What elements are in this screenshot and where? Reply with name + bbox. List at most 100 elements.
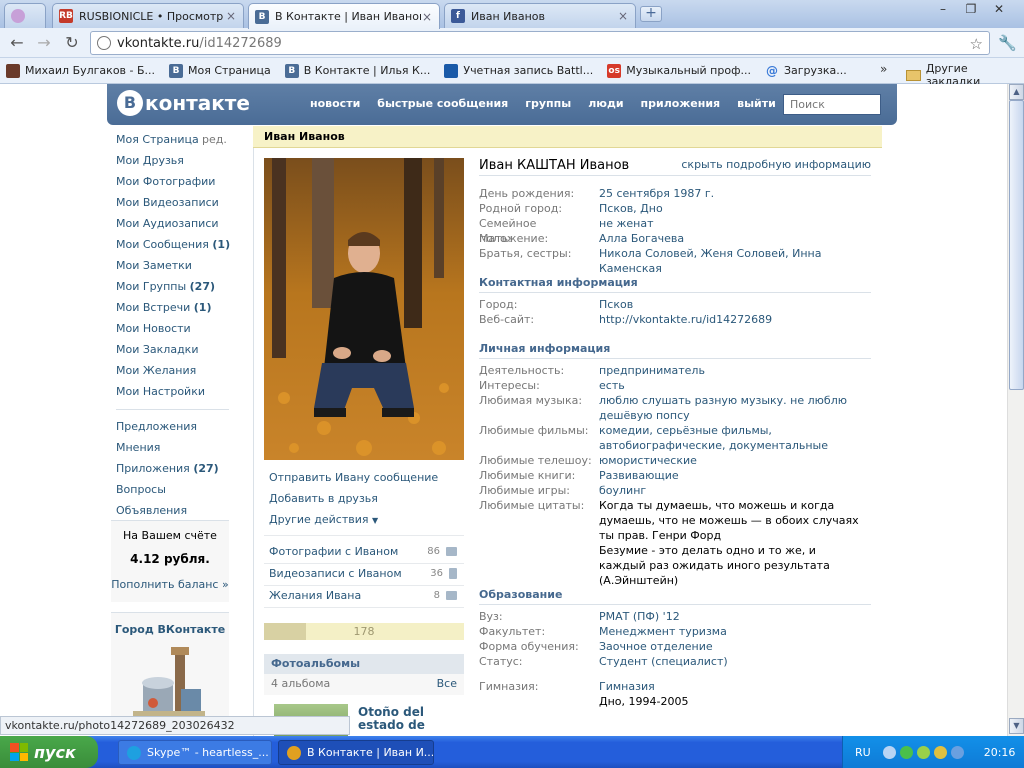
language-indicator[interactable]: RU [855, 746, 871, 759]
menu-count: (1) [193, 301, 212, 314]
bookmark-item[interactable]: os Музыкальный проф... [607, 63, 751, 78]
info-value[interactable]: Заочное отделение [599, 639, 861, 654]
info-value[interactable]: РМАТ (ПФ) '12 [599, 609, 861, 624]
info-value[interactable]: боулинг [599, 483, 861, 498]
info-value[interactable]: Менеджмент туризма [599, 624, 861, 639]
security-icon[interactable] [950, 745, 964, 759]
bookmark-item[interactable]: B Моя Страница [169, 63, 271, 78]
menu-apps[interactable]: Приложения (27) [116, 462, 236, 483]
tab-facebook[interactable]: f Иван Иванов × [444, 3, 636, 28]
tab-vkontakte[interactable]: B В Контакте | Иван Иванов × [248, 3, 440, 29]
info-value[interactable]: Псков, Дно [599, 201, 861, 216]
bookmark-item[interactable]: B В Контакте | Илья К... [284, 63, 430, 78]
forward-button[interactable]: → [33, 33, 55, 53]
info-value[interactable]: есть [599, 378, 861, 393]
nav-logout[interactable]: выйти [737, 97, 776, 110]
videos-with-link[interactable]: Видеозаписи с Иваном 36 [269, 567, 457, 580]
info-value[interactable]: Развивающие [599, 468, 861, 483]
bookmark-item[interactable]: Михаил Булгаков - Б... [6, 63, 155, 78]
bookmark-item[interactable]: @ Загрузка... [765, 64, 847, 78]
menu-my-audio[interactable]: Мои Аудиозаписи [116, 217, 236, 238]
tab-app[interactable] [4, 3, 46, 28]
bookmark-item[interactable]: Учетная запись Battl... [444, 63, 593, 78]
new-tab-button[interactable]: + [640, 6, 662, 22]
info-value[interactable]: комедии, серьёзные фильмы, автобиографич… [599, 423, 861, 453]
task-chrome[interactable]: В Контакте | Иван И... [278, 740, 434, 765]
info-value[interactable]: Алла Богачева [599, 231, 861, 246]
album-title[interactable]: Otoño del estado de [358, 706, 448, 732]
close-icon[interactable]: × [617, 9, 629, 23]
top-up-link[interactable]: Пополнить баланс » [111, 578, 229, 591]
send-message-link[interactable]: Отправить Ивану сообщение [269, 471, 438, 484]
nav-news[interactable]: новости [310, 97, 360, 110]
menu-offers[interactable]: Предложения [116, 420, 236, 441]
info-value[interactable]: люблю слушать разную музыку. не люблю де… [599, 393, 861, 423]
albums-header[interactable]: Фотоальбомы [264, 654, 464, 674]
bookmark-star-icon[interactable]: ☆ [970, 35, 983, 53]
info-value[interactable]: не женат [599, 216, 861, 231]
menu-my-wishes[interactable]: Мои Желания [116, 364, 236, 385]
address-bar[interactable]: vkontakte.ru/id14272689 ☆ [90, 31, 990, 55]
menu-my-events[interactable]: Мои Встречи (1) [116, 301, 236, 322]
menu-my-news[interactable]: Мои Новости [116, 322, 236, 343]
search-input[interactable]: Поиск [783, 94, 881, 115]
task-skype[interactable]: Skype™ - heartless_... [118, 740, 272, 765]
nav-groups[interactable]: группы [525, 97, 571, 110]
menu-my-bookmarks[interactable]: Мои Закладки [116, 343, 236, 364]
menu-my-friends[interactable]: Мои Друзья [116, 154, 236, 175]
menu-my-messages[interactable]: Мои Сообщения (1) [116, 238, 236, 259]
info-value[interactable]: Псков [599, 297, 861, 312]
scroll-down-arrow-icon[interactable]: ▼ [1009, 718, 1024, 734]
menu-label: Мои Сообщения [116, 238, 209, 251]
vk-city-title[interactable]: Город ВКонтакте [111, 623, 229, 636]
info-value[interactable]: Гимназия [599, 679, 861, 694]
close-icon[interactable]: × [225, 9, 237, 23]
close-icon[interactable]: × [421, 10, 433, 24]
vk-logo[interactable]: Вконтакте [117, 90, 250, 116]
back-arrow-icon[interactable] [882, 745, 896, 759]
menu-my-notes[interactable]: Мои Заметки [116, 259, 236, 280]
minimize-button[interactable]: – [928, 0, 958, 18]
nav-quick-messages[interactable]: быстрые сообщения [377, 97, 508, 110]
info-value[interactable]: Никола Соловей, Женя Соловей, Инна Камен… [599, 246, 861, 276]
menu-questions[interactable]: Вопросы [116, 483, 236, 504]
wishes-link[interactable]: Желания Ивана 8 [269, 589, 457, 602]
info-value[interactable]: предприниматель [599, 363, 861, 378]
city-building-image[interactable] [133, 643, 205, 723]
nav-apps[interactable]: приложения [641, 97, 721, 110]
scroll-up-arrow-icon[interactable]: ▲ [1009, 84, 1024, 100]
page-scrollbar[interactable]: ▲ ▼ [1007, 84, 1024, 736]
menu-opinions[interactable]: Мнения [116, 441, 236, 462]
scrollbar-thumb[interactable] [1009, 100, 1024, 390]
wrench-icon[interactable]: 🔧 [998, 34, 1017, 52]
shield-icon[interactable] [916, 745, 930, 759]
back-button[interactable]: ← [6, 33, 28, 53]
profile-photo[interactable] [264, 158, 464, 460]
photos-with-link[interactable]: Фотографии с Иваном 86 [269, 545, 457, 558]
more-bookmarks-chevron-icon[interactable]: » [880, 62, 887, 76]
menu-my-photos[interactable]: Мои Фотографии [116, 175, 236, 196]
close-window-button[interactable]: ✕ [984, 0, 1014, 18]
network-icon[interactable] [899, 745, 913, 759]
start-button[interactable]: пуск [0, 736, 98, 768]
info-value[interactable]: 25 сентября 1987 г. [599, 186, 861, 201]
menu-count: (1) [212, 238, 231, 251]
speaker-icon[interactable] [933, 745, 947, 759]
nav-people[interactable]: люди [588, 97, 623, 110]
rating-bar[interactable]: 178 [264, 623, 464, 640]
albums-all-link[interactable]: Все [437, 677, 457, 692]
music-favicon: os [607, 63, 622, 78]
edit-link[interactable]: ред. [202, 133, 227, 146]
tab-rusbionicle[interactable]: RB RUSBIONICLE • Просмотр ... × [52, 3, 244, 28]
menu-my-videos[interactable]: Мои Видеозаписи [116, 196, 236, 217]
info-label: Статус: [479, 655, 523, 668]
reload-button[interactable]: ↻ [61, 33, 83, 53]
menu-my-groups[interactable]: Мои Группы (27) [116, 280, 236, 301]
menu-my-settings[interactable]: Мои Настройки [116, 385, 236, 406]
info-value[interactable]: Студент (специалист) [599, 654, 861, 669]
info-value[interactable]: юмористические [599, 453, 861, 468]
info-value[interactable]: http://vkontakte.ru/id14272689 [599, 312, 861, 327]
other-actions-link[interactable]: Другие действия ▼ [269, 513, 378, 526]
maximize-button[interactable]: ❐ [956, 0, 986, 18]
add-friend-link[interactable]: Добавить в друзья [269, 492, 378, 505]
